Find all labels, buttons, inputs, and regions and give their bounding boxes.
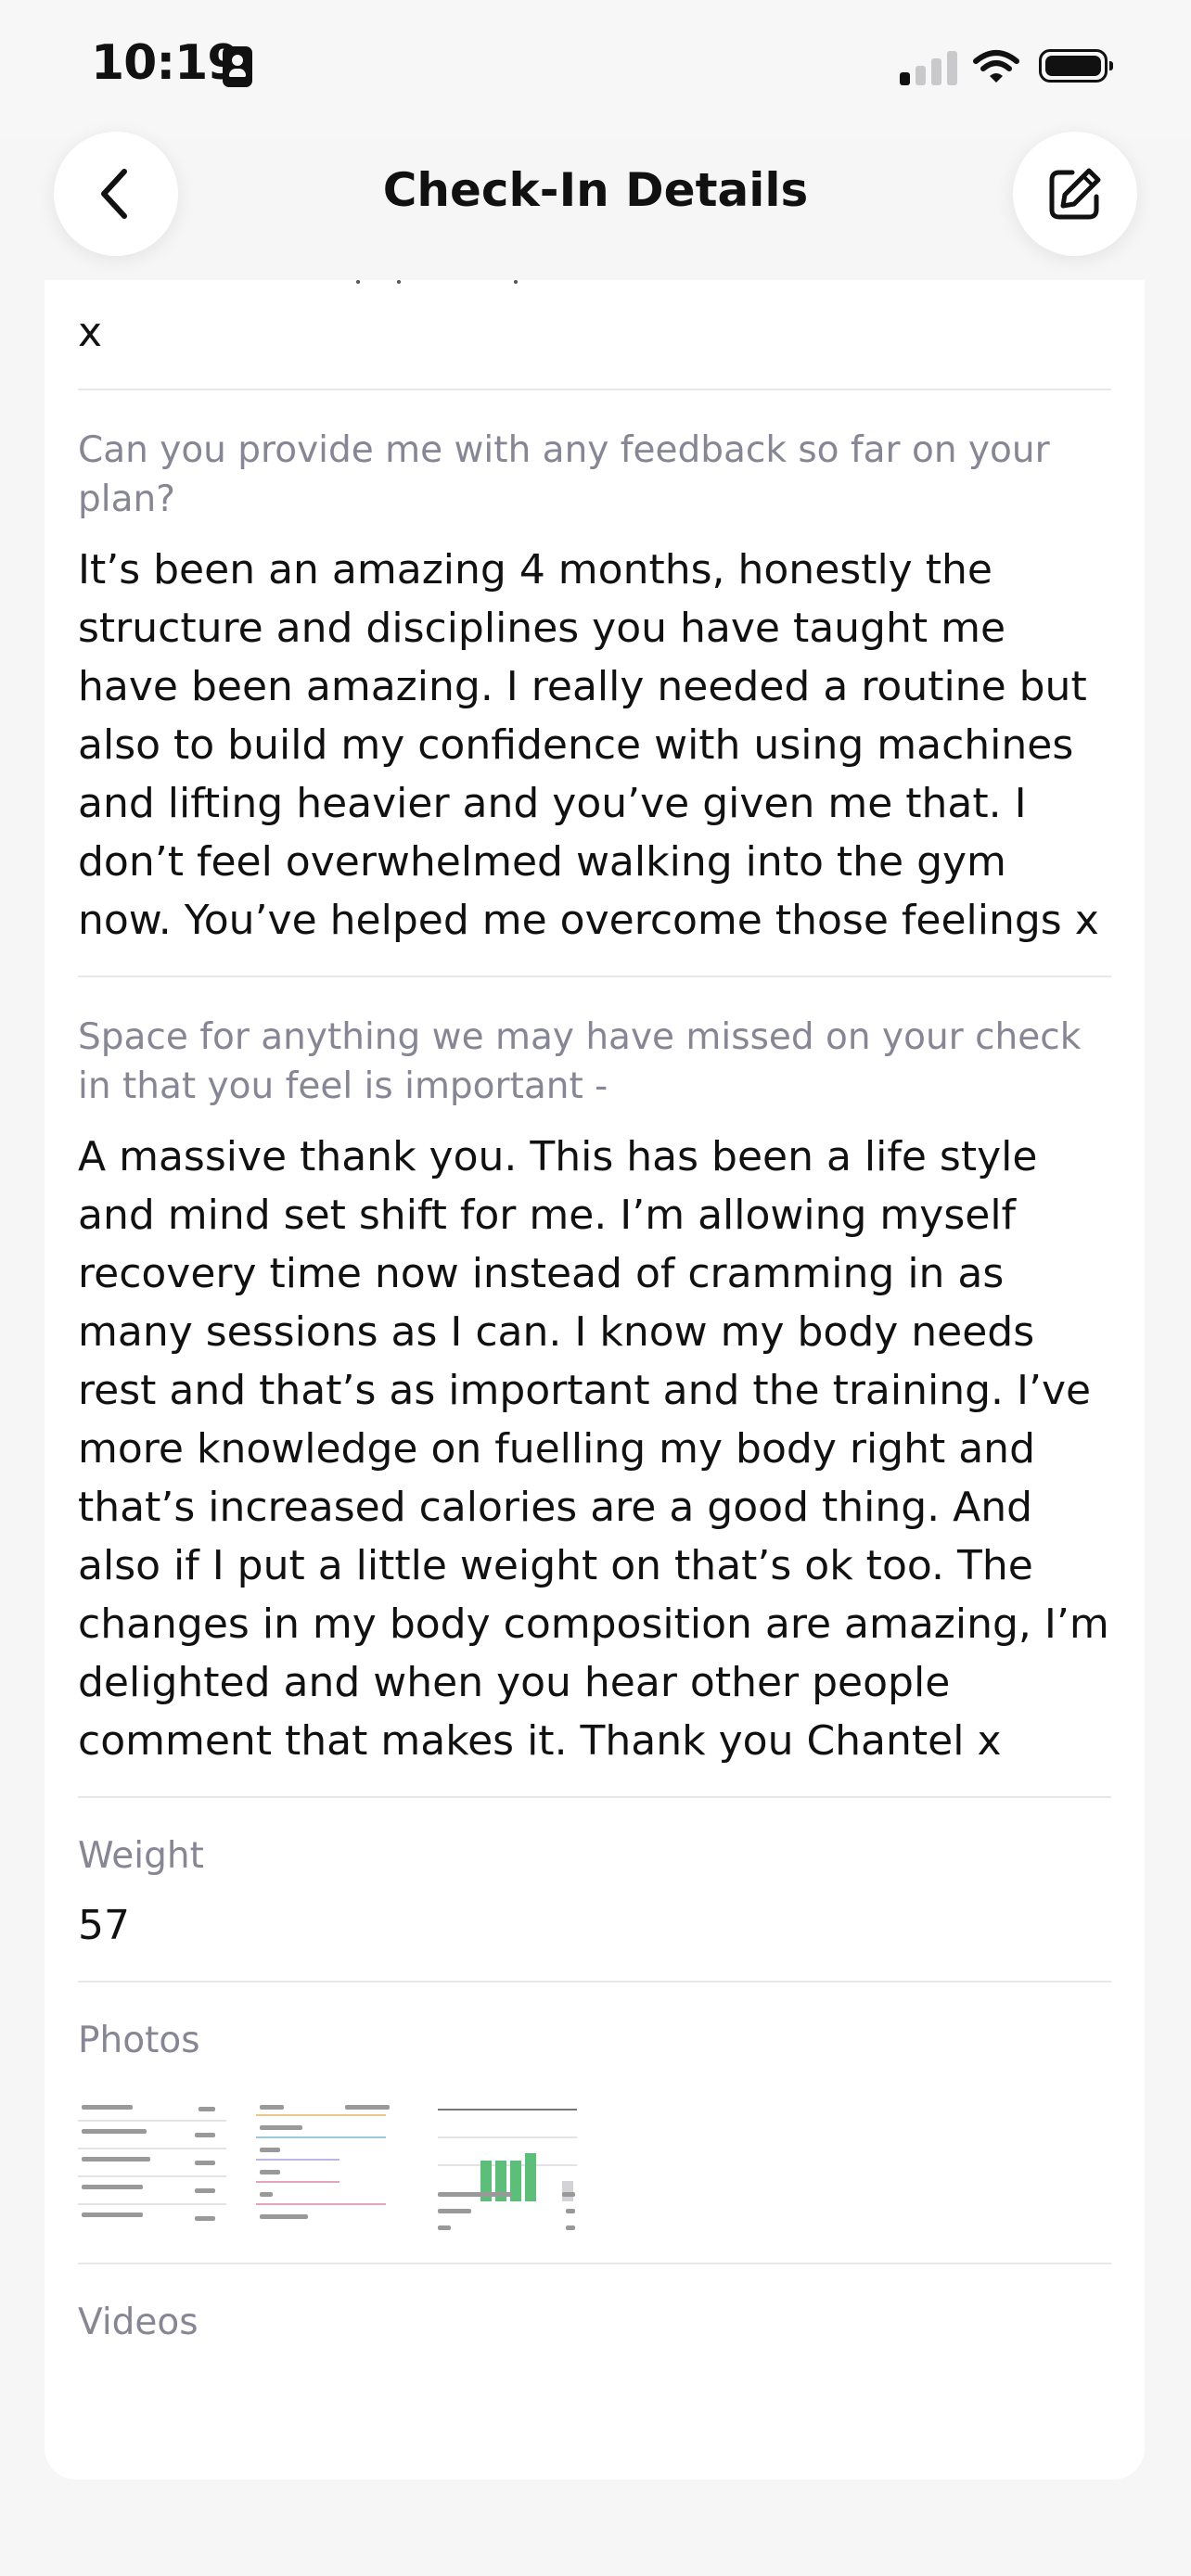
divider [78, 1796, 1111, 1798]
weight-value: 57 [78, 1902, 130, 1949]
photo-gallery [78, 2099, 1111, 2238]
check-in-item: Can you provide me with any feedback so … [78, 426, 1111, 950]
videos-label: Videos [78, 2302, 198, 2343]
videos-section: Videos [78, 2300, 1111, 2346]
status-bar: 10:19 [0, 0, 1191, 139]
photos-label: Photos [78, 2020, 200, 2061]
weight-section: Weight 57 [78, 1833, 1111, 1955]
photos-section: Photos [78, 2018, 1111, 2238]
clipped-text-fragment [356, 280, 523, 286]
answer-text: A massive thank you. This has been a lif… [78, 1133, 1109, 1765]
question-label: Space for anything we may have missed on… [78, 1016, 1082, 1107]
wifi-icon [973, 50, 1019, 83]
previous-answer: x [78, 309, 103, 356]
answer-text: It’s been an amazing 4 months, honestly … [78, 546, 1099, 944]
divider [78, 976, 1111, 977]
photo-thumbnail[interactable] [78, 2099, 226, 2238]
weight-label: Weight [78, 1835, 204, 1877]
edit-button[interactable] [1013, 132, 1137, 256]
photo-thumbnail[interactable] [256, 2099, 404, 2238]
check-in-item: Space for anything we may have missed on… [78, 1013, 1111, 1770]
cellular-signal-icon [900, 50, 959, 85]
edit-square-pen-icon [1049, 168, 1101, 220]
photo-thumbnail[interactable] [434, 2099, 583, 2238]
question-label: Can you provide me with any feedback so … [78, 429, 1050, 520]
person-badge-icon [223, 46, 252, 87]
divider [78, 2263, 1111, 2264]
status-time: 10:19 [91, 35, 241, 91]
divider [78, 389, 1111, 390]
check-in-details-card: x Can you provide me with any feedback s… [45, 280, 1145, 2480]
battery-icon [1039, 49, 1113, 83]
divider [78, 1981, 1111, 1983]
